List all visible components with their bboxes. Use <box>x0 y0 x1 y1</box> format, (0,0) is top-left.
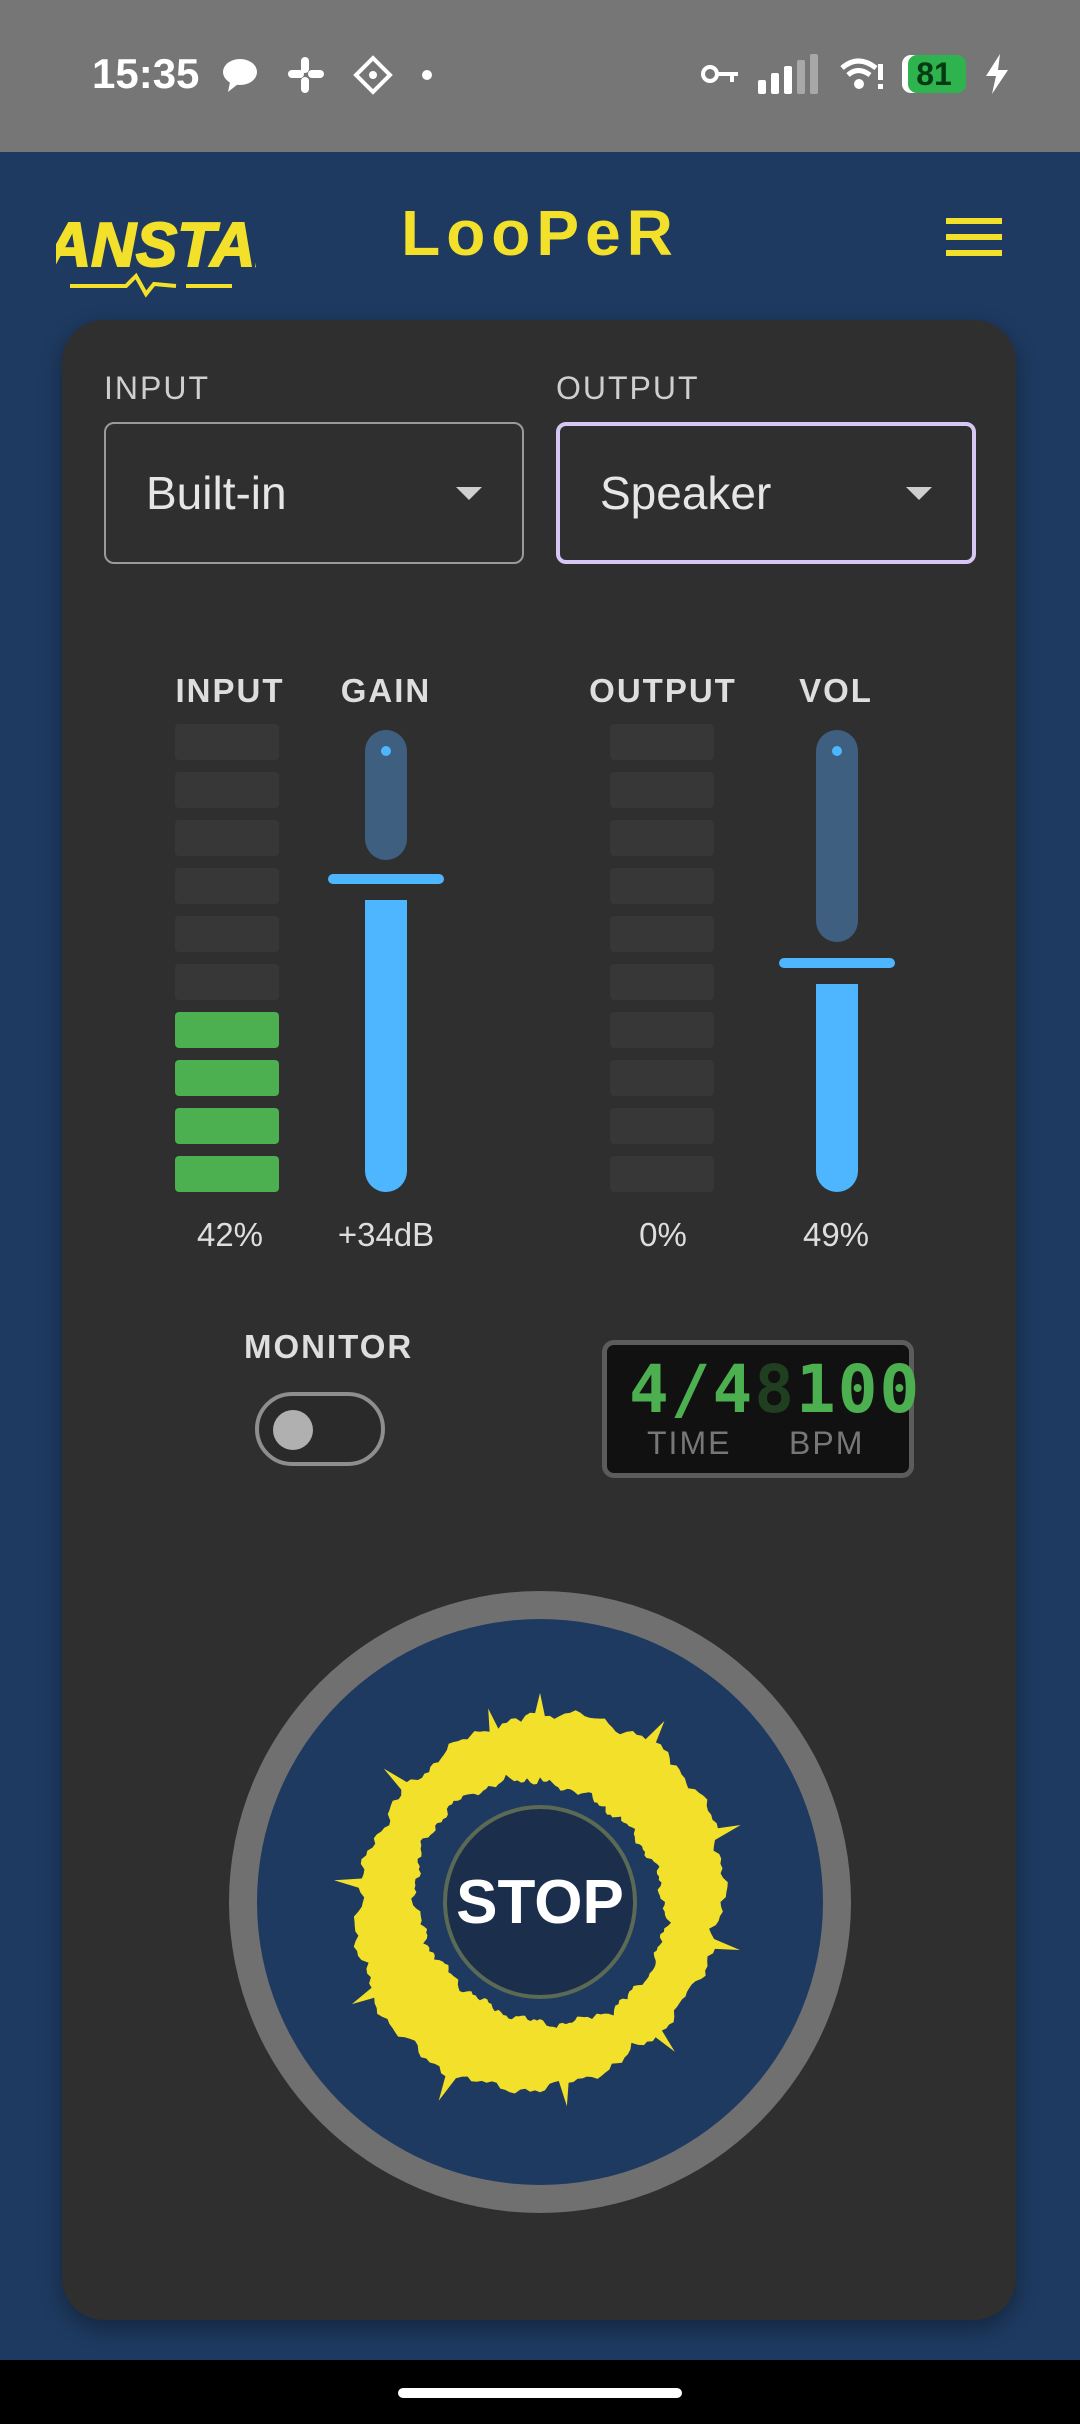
meter-segment <box>175 772 279 808</box>
monitor-label: MONITOR <box>244 1328 414 1365</box>
home-indicator[interactable] <box>398 2388 682 2398</box>
output-level-meter <box>610 724 714 1204</box>
status-bar: 15:35 81 <box>0 0 1080 152</box>
output-level-value: 0% <box>639 1216 687 1253</box>
meter-segment <box>175 1156 279 1192</box>
vol-label: VOL <box>799 672 873 709</box>
output-select-label: OUTPUT <box>556 370 700 406</box>
meter-segment <box>610 1108 714 1144</box>
gain-value: +34dB <box>337 1216 435 1253</box>
volume-slider-track-upper <box>816 730 858 942</box>
bpm-value: 100 <box>795 1351 922 1428</box>
time-caption: TIME <box>647 1425 732 1461</box>
meter-segment <box>175 1060 279 1096</box>
meter-segment <box>175 964 279 1000</box>
volume-value: 49% <box>802 1216 870 1253</box>
meter-segment <box>610 724 714 760</box>
chevron-down-icon <box>456 486 482 500</box>
chevron-down-icon <box>906 486 932 500</box>
meter-segment <box>610 1060 714 1096</box>
status-icons-left <box>220 54 434 96</box>
key-icon <box>701 65 738 83</box>
volume-slider-marker <box>832 746 842 756</box>
app-title: LooPeR <box>401 197 679 269</box>
stop-button[interactable]: STOP <box>443 1805 637 1999</box>
input-meter-label: INPUT <box>175 672 285 709</box>
volume-slider-thumb[interactable] <box>779 958 895 968</box>
monitor-toggle-knob <box>273 1410 313 1450</box>
meter-segment <box>610 964 714 1000</box>
dot-icon <box>422 70 432 80</box>
meter-segment <box>175 1012 279 1048</box>
gain-slider-thumb[interactable] <box>328 874 444 884</box>
app-grid-icon <box>353 55 393 95</box>
gain-slider-fill <box>365 900 407 1192</box>
status-time: 15:35 <box>92 50 200 97</box>
input-level-value: 42% <box>196 1216 264 1253</box>
time-signature: 4/4 <box>629 1351 755 1428</box>
meter-segment <box>175 820 279 856</box>
wifi-icon <box>840 58 883 89</box>
meter-segment <box>610 1156 714 1192</box>
tempo-display[interactable]: 4/48100 TIME BPM <box>602 1340 919 1478</box>
meter-segment <box>175 724 279 760</box>
meter-segment <box>610 820 714 856</box>
status-icons-right: 81 <box>700 54 1010 94</box>
input-device-select[interactable]: Built-in <box>104 422 524 564</box>
menu-icon[interactable] <box>944 212 1004 262</box>
meter-segment <box>610 868 714 904</box>
output-device-select[interactable]: Speaker <box>556 422 976 564</box>
chat-bubble-icon <box>223 59 257 92</box>
monitor-toggle[interactable] <box>255 1392 385 1466</box>
lcd-digits: 4/48100 <box>629 1351 921 1428</box>
volume-slider-fill <box>816 984 858 1192</box>
gain-slider-marker <box>381 746 391 756</box>
meter-segment <box>175 916 279 952</box>
meter-segment <box>175 868 279 904</box>
output-device-value: Speaker <box>600 467 772 519</box>
battery-indicator: 81 <box>902 55 966 93</box>
input-select-label: INPUT <box>104 370 210 406</box>
bpm-caption: BPM <box>789 1425 865 1461</box>
meter-segment <box>610 1012 714 1048</box>
output-meter-label: OUTPUT <box>589 672 737 709</box>
input-device-value: Built-in <box>146 467 287 519</box>
slack-icon <box>288 57 324 93</box>
lcd-ghost-digit: 8 <box>754 1351 796 1428</box>
gain-label: GAIN <box>340 672 432 709</box>
meter-segment <box>610 772 714 808</box>
signal-icon <box>758 54 818 94</box>
meter-segment <box>610 916 714 952</box>
charging-icon <box>986 54 1008 94</box>
input-level-meter <box>175 724 279 1204</box>
meter-segment <box>175 1108 279 1144</box>
